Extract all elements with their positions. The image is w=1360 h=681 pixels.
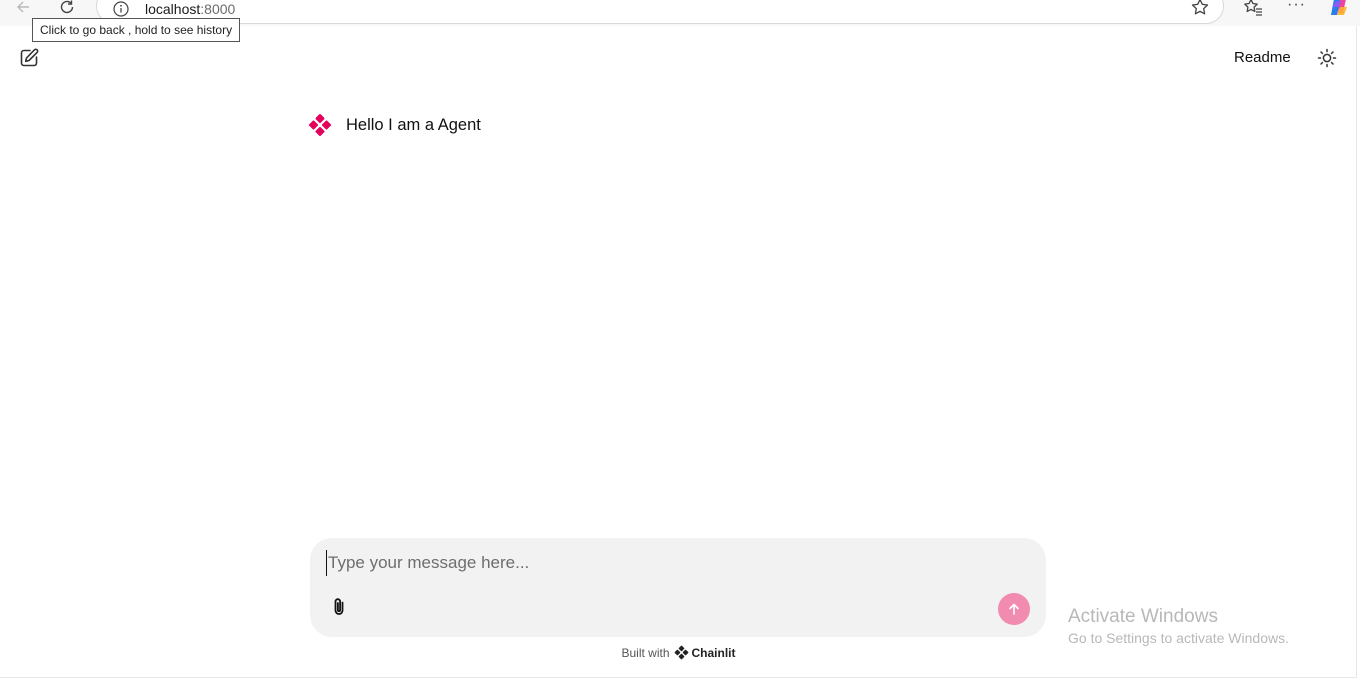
send-button[interactable] bbox=[998, 593, 1030, 625]
back-button[interactable] bbox=[12, 0, 34, 18]
favorite-button[interactable] bbox=[1190, 0, 1210, 17]
copilot-button[interactable] bbox=[1328, 0, 1350, 17]
agent-message: Hello I am a Agent bbox=[308, 113, 481, 137]
reload-button[interactable] bbox=[56, 0, 78, 18]
more-button[interactable]: ··· bbox=[1287, 0, 1307, 17]
reload-icon bbox=[60, 0, 74, 14]
attach-file-button[interactable] bbox=[328, 596, 350, 618]
footer-prefix: Built with bbox=[621, 645, 670, 660]
back-arrow-icon bbox=[17, 1, 29, 13]
url-port: :8000 bbox=[200, 1, 236, 17]
star-icon bbox=[1191, 0, 1209, 15]
chainlit-logo-icon bbox=[674, 645, 688, 660]
url-host: localhost bbox=[145, 1, 201, 17]
activate-windows-watermark: Activate Windows Go to Settings to activ… bbox=[1068, 606, 1289, 648]
back-button-tooltip: Click to go back , hold to see history bbox=[32, 18, 241, 42]
message-input[interactable] bbox=[326, 550, 1026, 576]
paperclip-icon bbox=[334, 598, 344, 615]
readme-button[interactable]: Readme bbox=[1226, 46, 1299, 70]
new-chat-button[interactable] bbox=[18, 47, 40, 69]
more-icon: ··· bbox=[1287, 0, 1306, 13]
message-composer bbox=[310, 538, 1046, 637]
info-icon[interactable] bbox=[113, 1, 129, 17]
agent-logo-icon bbox=[309, 114, 331, 136]
copilot-icon bbox=[1331, 0, 1347, 15]
favorites-button[interactable] bbox=[1243, 0, 1263, 17]
watermark-title: Activate Windows bbox=[1068, 606, 1218, 627]
chat-page: Readme Hello I am a Agent Type your mess… bbox=[0, 26, 1357, 678]
url-text: localhost:8000 bbox=[145, 1, 235, 17]
watermark-subtitle: Go to Settings to activate Windows. bbox=[1068, 630, 1289, 646]
address-bar[interactable]: localhost:8000 bbox=[96, 0, 1224, 24]
theme-toggle-button[interactable] bbox=[1317, 48, 1337, 68]
message-text: Hello I am a Agent bbox=[346, 116, 481, 134]
favorites-icon bbox=[1244, 0, 1262, 16]
arrow-up-icon bbox=[1009, 603, 1019, 615]
new-chat-icon bbox=[20, 48, 39, 67]
footer-brand: Chainlit bbox=[691, 645, 736, 660]
sun-icon bbox=[1317, 48, 1337, 68]
